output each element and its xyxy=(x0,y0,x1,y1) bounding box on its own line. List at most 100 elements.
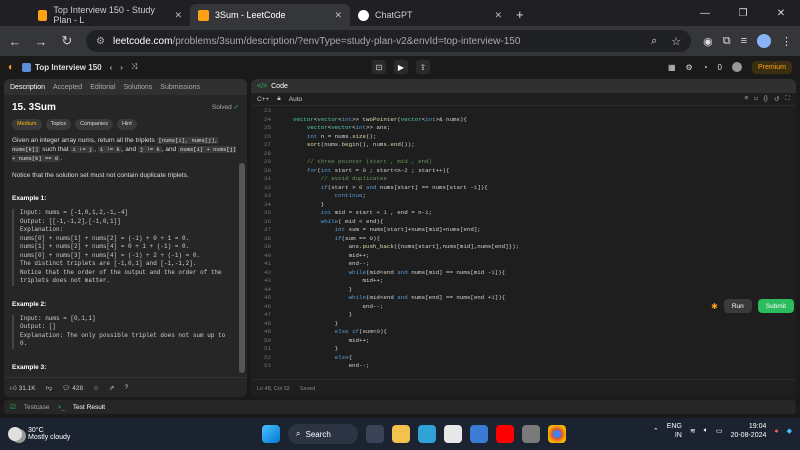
chrome-icon[interactable] xyxy=(548,425,566,443)
prev-problem-icon[interactable]: ‹ xyxy=(110,63,113,72)
code-line[interactable]: 25 vector<vector<int>> ans; xyxy=(251,124,796,133)
url-field[interactable]: ⚙ leetcode.com/problems/3sum/description… xyxy=(86,30,692,52)
code-line[interactable]: 29 // three pointer (start , mid , end) xyxy=(251,158,796,167)
help-icon[interactable]: ? xyxy=(124,384,128,391)
code-line[interactable]: 27 sort(nums.begin(), nums.end()); xyxy=(251,141,796,150)
user-avatar[interactable] xyxy=(731,62,742,72)
streak-fire-icon[interactable]: ◔ xyxy=(703,63,708,72)
next-problem-icon[interactable]: › xyxy=(120,63,123,72)
premium-button[interactable]: Premium xyxy=(751,60,792,74)
code-line[interactable]: 33 continue; xyxy=(251,192,796,201)
code-line[interactable]: 39 ans.push_back({nums[start],nums[mid],… xyxy=(251,243,796,252)
code-line[interactable]: 23 xyxy=(251,107,796,116)
restore-icon[interactable]: ❐ xyxy=(724,8,762,19)
mail-icon[interactable] xyxy=(470,425,488,443)
tab-accepted[interactable]: Accepted xyxy=(53,84,82,91)
close-window-icon[interactable]: ✕ xyxy=(762,8,800,19)
tab-submissions[interactable]: Submissions xyxy=(160,84,200,91)
tab-3sum[interactable]: 3Sum - LeetCode ✕ xyxy=(190,4,350,26)
share-icon[interactable]: ⇗ xyxy=(109,384,114,392)
code-line[interactable]: 30 for(int start = 0 ; start<n-2 ; start… xyxy=(251,167,796,176)
debug-bug-icon[interactable]: ✱ xyxy=(711,302,718,311)
site-info-icon[interactable]: ⚙ xyxy=(96,36,105,47)
braces-icon[interactable]: {} xyxy=(764,95,768,103)
store-icon[interactable] xyxy=(444,425,462,443)
debug-icon[interactable]: ⊡ xyxy=(372,60,386,74)
tab-editorial[interactable]: Editorial xyxy=(90,84,115,91)
like-button[interactable]: 👍︎ 31.1K xyxy=(10,384,36,392)
menu-kebab-icon[interactable]: ⋮ xyxy=(781,35,792,48)
reload-icon[interactable]: ↻ xyxy=(60,33,74,49)
code-line[interactable]: 53 end--; xyxy=(251,362,796,369)
layout-grid-icon[interactable]: ▦ xyxy=(668,63,676,72)
shuffle-icon[interactable]: ⤨ xyxy=(131,62,137,72)
volume-icon[interactable]: 🔈︎ xyxy=(704,427,708,435)
study-plan-link[interactable]: Top Interview 150 xyxy=(22,62,102,72)
code-line[interactable]: 42 while(mid<end and nums[mid] == nums[m… xyxy=(251,269,796,278)
mode-label[interactable]: Auto xyxy=(289,96,302,103)
extension-icon[interactable]: ◉ xyxy=(703,35,713,48)
run-button[interactable]: Run xyxy=(723,299,752,313)
back-icon[interactable]: ← xyxy=(8,34,22,49)
code-line[interactable]: 51 } xyxy=(251,345,796,354)
app-icon[interactable] xyxy=(522,425,540,443)
run-icon[interactable]: ▶ xyxy=(394,60,408,74)
close-tab-icon[interactable]: ✕ xyxy=(174,10,182,21)
topics-chip[interactable]: Topics xyxy=(45,119,72,130)
media-icon[interactable]: ≡ xyxy=(741,35,747,47)
code-line[interactable]: 31 // avoid duplicates xyxy=(251,175,796,184)
code-line[interactable]: 26 int n = nums.size(); xyxy=(251,133,796,142)
favorite-star-icon[interactable]: ☆ xyxy=(93,384,99,392)
leetcode-logo-icon[interactable]: ◐ xyxy=(8,62,14,73)
format-icon[interactable]: ≡ xyxy=(745,95,749,103)
description-scrollbar[interactable] xyxy=(239,163,245,373)
new-tab-icon[interactable]: + xyxy=(510,7,530,22)
battery-icon[interactable]: ▭ xyxy=(716,427,723,435)
reset-icon[interactable]: ↺ xyxy=(774,95,779,103)
search-box[interactable]: ⌕ Search xyxy=(288,424,358,444)
youtube-icon[interactable] xyxy=(496,425,514,443)
code-line[interactable]: 40 mid++; xyxy=(251,252,796,261)
bookmark-star-icon[interactable]: ☆ xyxy=(671,35,681,48)
tab-chatgpt[interactable]: ChatGPT ✕ xyxy=(350,4,510,26)
tray-chevron-icon[interactable]: ⌃ xyxy=(653,427,659,435)
weather-widget[interactable]: 30°C Mostly cloudy xyxy=(8,427,138,441)
code-line[interactable]: 24 vector<vector<int>> twoPointer(vector… xyxy=(251,116,796,125)
minimize-icon[interactable]: — xyxy=(686,8,724,19)
fullscreen-icon[interactable]: ⛶ xyxy=(785,95,790,103)
test-result-tab[interactable]: Test Result xyxy=(73,404,105,411)
close-tab-icon[interactable]: ✕ xyxy=(334,10,342,21)
tab-study-plan[interactable]: Top Interview 150 - Study Plan - L ✕ xyxy=(30,4,190,26)
problem-title[interactable]: 15. 3Sum xyxy=(12,103,56,113)
comment-button[interactable]: 💬︎ 428 xyxy=(62,384,83,392)
file-explorer-icon[interactable] xyxy=(392,425,410,443)
language-indicator[interactable]: ENG xyxy=(667,422,682,431)
code-editor[interactable]: 23 24 vector<vector<int>> twoPointer(vect… xyxy=(251,107,796,369)
upload-icon[interactable]: ⇪ xyxy=(416,60,430,74)
code-line[interactable]: 35 int mid = start + 1 , end = n-1; xyxy=(251,209,796,218)
code-line[interactable]: 34 } xyxy=(251,201,796,210)
extensions-puzzle-icon[interactable]: ⧉ xyxy=(723,35,731,48)
copilot-icon[interactable]: ◆ xyxy=(787,427,792,435)
profile-avatar[interactable] xyxy=(757,34,771,48)
settings-gear-icon[interactable]: ⚙ xyxy=(686,63,693,72)
language-select[interactable]: C++ xyxy=(257,96,269,103)
testcase-tab[interactable]: Testcase xyxy=(24,404,50,411)
code-line[interactable]: 37 int sum = nums[start]+nums[mid]+nums[… xyxy=(251,226,796,235)
windows-start-icon[interactable] xyxy=(262,425,280,443)
code-line[interactable]: 36 while( mid < end){ xyxy=(251,218,796,227)
code-line[interactable]: 43 mid++; xyxy=(251,277,796,286)
submit-button[interactable]: Submit xyxy=(757,299,794,313)
code-line[interactable]: 48 } xyxy=(251,320,796,329)
code-line[interactable]: 52 else{ xyxy=(251,354,796,363)
code-line[interactable]: 50 mid++; xyxy=(251,337,796,346)
dislike-icon[interactable]: 👎︎ xyxy=(46,384,53,392)
code-line[interactable]: 41 end--; xyxy=(251,260,796,269)
notification-bell-icon[interactable]: ● xyxy=(774,428,778,435)
bookmark-icon[interactable]: ⌑ xyxy=(754,95,757,103)
clock-time[interactable]: 19:04 xyxy=(731,422,767,431)
companies-chip[interactable]: Companies xyxy=(75,119,113,130)
wifi-icon[interactable]: ≋ xyxy=(690,427,696,435)
forward-icon[interactable]: → xyxy=(34,34,48,49)
code-line[interactable]: 28 xyxy=(251,150,796,159)
